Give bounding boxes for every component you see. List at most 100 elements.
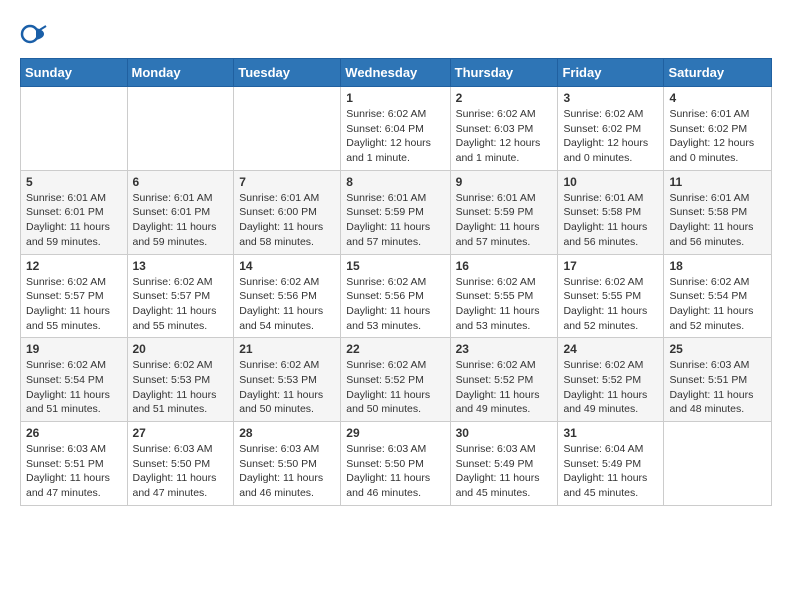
day-number: 17	[563, 259, 658, 273]
day-content: Sunrise: 6:02 AM Sunset: 5:55 PM Dayligh…	[456, 275, 553, 334]
day-number: 28	[239, 426, 335, 440]
calendar-cell: 25 Sunrise: 6:03 AM Sunset: 5:51 PM Dayli…	[664, 338, 772, 422]
day-content: Sunrise: 6:02 AM Sunset: 5:57 PM Dayligh…	[133, 275, 229, 334]
day-number: 13	[133, 259, 229, 273]
day-number: 16	[456, 259, 553, 273]
calendar-cell: 21Sunrise: 6:02 AM Sunset: 5:53 PM Dayli…	[234, 338, 341, 422]
calendar-cell: 4 Sunrise: 6:01 AM Sunset: 6:02 PM Daylig…	[664, 87, 772, 171]
day-content: Sunrise: 6:02 AM Sunset: 5:57 PM Dayligh…	[26, 275, 122, 334]
calendar-week-row: 26 Sunrise: 6:03 AM Sunset: 5:51 PM Dayli…	[21, 422, 772, 506]
day-number: 11	[669, 175, 766, 189]
day-number: 4	[669, 91, 766, 105]
day-number: 19	[26, 342, 122, 356]
calendar-cell: 10 Sunrise: 6:01 AM Sunset: 5:58 PM Dayli…	[558, 170, 664, 254]
day-content: Sunrise: 6:01 AM Sunset: 5:59 PM Dayligh…	[456, 191, 553, 250]
day-content: Sunrise: 6:03 AM Sunset: 5:51 PM Dayligh…	[26, 442, 122, 501]
calendar-cell: 15 Sunrise: 6:02 AM Sunset: 5:56 PM Dayli…	[341, 254, 450, 338]
day-of-week-header: Saturday	[664, 59, 772, 87]
calendar-cell	[127, 87, 234, 171]
calendar-week-row: 1 Sunrise: 6:02 AM Sunset: 6:04 PM Daylig…	[21, 87, 772, 171]
calendar-cell: 3 Sunrise: 6:02 AM Sunset: 6:02 PM Daylig…	[558, 87, 664, 171]
day-number: 15	[346, 259, 444, 273]
day-content: Sunrise: 6:02 AM Sunset: 6:04 PM Dayligh…	[346, 107, 444, 166]
logo-icon	[20, 20, 48, 48]
day-number: 22	[346, 342, 444, 356]
calendar-cell: 29 Sunrise: 6:03 AM Sunset: 5:50 PM Dayli…	[341, 422, 450, 506]
day-number: 3	[563, 91, 658, 105]
day-content: Sunrise: 6:01 AM Sunset: 6:01 PM Dayligh…	[26, 191, 122, 250]
day-content: Sunrise: 6:02 AM Sunset: 5:54 PM Dayligh…	[669, 275, 766, 334]
day-content: Sunrise: 6:01 AM Sunset: 5:58 PM Dayligh…	[563, 191, 658, 250]
day-number: 25	[669, 342, 766, 356]
day-of-week-header: Wednesday	[341, 59, 450, 87]
day-number: 7	[239, 175, 335, 189]
page-header	[20, 20, 772, 48]
calendar-cell: 12 Sunrise: 6:02 AM Sunset: 5:57 PM Dayli…	[21, 254, 128, 338]
calendar-cell: 20Sunrise: 6:02 AM Sunset: 5:53 PM Dayli…	[127, 338, 234, 422]
day-number: 12	[26, 259, 122, 273]
day-content: Sunrise: 6:03 AM Sunset: 5:50 PM Dayligh…	[239, 442, 335, 501]
day-content: Sunrise: 6:02 AM Sunset: 5:56 PM Dayligh…	[239, 275, 335, 334]
day-number: 21	[239, 342, 335, 356]
day-number: 1	[346, 91, 444, 105]
day-content: Sunrise: 6:02 AM Sunset: 5:53 PM Dayligh…	[133, 358, 229, 417]
day-content: Sunrise: 6:02 AM Sunset: 6:02 PM Dayligh…	[563, 107, 658, 166]
calendar-cell	[664, 422, 772, 506]
calendar-cell: 11 Sunrise: 6:01 AM Sunset: 5:58 PM Dayli…	[664, 170, 772, 254]
calendar-week-row: 19 Sunrise: 6:02 AM Sunset: 5:54 PM Dayli…	[21, 338, 772, 422]
day-number: 30	[456, 426, 553, 440]
day-content: Sunrise: 6:02 AM Sunset: 5:54 PM Dayligh…	[26, 358, 122, 417]
calendar-cell: 13 Sunrise: 6:02 AM Sunset: 5:57 PM Dayli…	[127, 254, 234, 338]
day-number: 26	[26, 426, 122, 440]
calendar-cell: 26 Sunrise: 6:03 AM Sunset: 5:51 PM Dayli…	[21, 422, 128, 506]
day-number: 31	[563, 426, 658, 440]
calendar-cell: 14 Sunrise: 6:02 AM Sunset: 5:56 PM Dayli…	[234, 254, 341, 338]
day-number: 5	[26, 175, 122, 189]
day-number: 10	[563, 175, 658, 189]
day-number: 14	[239, 259, 335, 273]
day-content: Sunrise: 6:01 AM Sunset: 5:58 PM Dayligh…	[669, 191, 766, 250]
calendar-cell: 28 Sunrise: 6:03 AM Sunset: 5:50 PM Dayli…	[234, 422, 341, 506]
day-of-week-header: Friday	[558, 59, 664, 87]
day-content: Sunrise: 6:02 AM Sunset: 6:03 PM Dayligh…	[456, 107, 553, 166]
calendar-header-row: SundayMondayTuesdayWednesdayThursdayFrid…	[21, 59, 772, 87]
day-content: Sunrise: 6:04 AM Sunset: 5:49 PM Dayligh…	[563, 442, 658, 501]
day-number: 24	[563, 342, 658, 356]
calendar-cell: 18 Sunrise: 6:02 AM Sunset: 5:54 PM Dayli…	[664, 254, 772, 338]
day-of-week-header: Monday	[127, 59, 234, 87]
day-content: Sunrise: 6:01 AM Sunset: 6:00 PM Dayligh…	[239, 191, 335, 250]
calendar-cell: 23Sunrise: 6:02 AM Sunset: 5:52 PM Dayli…	[450, 338, 558, 422]
calendar-cell: 2Sunrise: 6:02 AM Sunset: 6:03 PM Daylig…	[450, 87, 558, 171]
day-of-week-header: Sunday	[21, 59, 128, 87]
day-number: 27	[133, 426, 229, 440]
calendar-cell: 19 Sunrise: 6:02 AM Sunset: 5:54 PM Dayli…	[21, 338, 128, 422]
day-number: 29	[346, 426, 444, 440]
day-content: Sunrise: 6:02 AM Sunset: 5:56 PM Dayligh…	[346, 275, 444, 334]
calendar-cell: 5 Sunrise: 6:01 AM Sunset: 6:01 PM Daylig…	[21, 170, 128, 254]
day-content: Sunrise: 6:03 AM Sunset: 5:50 PM Dayligh…	[346, 442, 444, 501]
day-content: Sunrise: 6:03 AM Sunset: 5:51 PM Dayligh…	[669, 358, 766, 417]
day-content: Sunrise: 6:03 AM Sunset: 5:49 PM Dayligh…	[456, 442, 553, 501]
calendar-week-row: 5 Sunrise: 6:01 AM Sunset: 6:01 PM Daylig…	[21, 170, 772, 254]
day-content: Sunrise: 6:01 AM Sunset: 6:02 PM Dayligh…	[669, 107, 766, 166]
logo	[20, 20, 52, 48]
calendar-cell: 24Sunrise: 6:02 AM Sunset: 5:52 PM Dayli…	[558, 338, 664, 422]
calendar-cell: 9 Sunrise: 6:01 AM Sunset: 5:59 PM Daylig…	[450, 170, 558, 254]
day-number: 23	[456, 342, 553, 356]
calendar-cell: 1 Sunrise: 6:02 AM Sunset: 6:04 PM Daylig…	[341, 87, 450, 171]
day-content: Sunrise: 6:02 AM Sunset: 5:52 PM Dayligh…	[346, 358, 444, 417]
day-of-week-header: Tuesday	[234, 59, 341, 87]
day-content: Sunrise: 6:02 AM Sunset: 5:55 PM Dayligh…	[563, 275, 658, 334]
day-number: 8	[346, 175, 444, 189]
day-content: Sunrise: 6:01 AM Sunset: 6:01 PM Dayligh…	[133, 191, 229, 250]
calendar-cell: 6 Sunrise: 6:01 AM Sunset: 6:01 PM Daylig…	[127, 170, 234, 254]
calendar-cell: 8Sunrise: 6:01 AM Sunset: 5:59 PM Daylig…	[341, 170, 450, 254]
day-number: 9	[456, 175, 553, 189]
calendar-cell	[234, 87, 341, 171]
calendar-cell	[21, 87, 128, 171]
calendar-table: SundayMondayTuesdayWednesdayThursdayFrid…	[20, 58, 772, 506]
calendar-cell: 31 Sunrise: 6:04 AM Sunset: 5:49 PM Dayli…	[558, 422, 664, 506]
day-number: 6	[133, 175, 229, 189]
day-number: 18	[669, 259, 766, 273]
day-of-week-header: Thursday	[450, 59, 558, 87]
